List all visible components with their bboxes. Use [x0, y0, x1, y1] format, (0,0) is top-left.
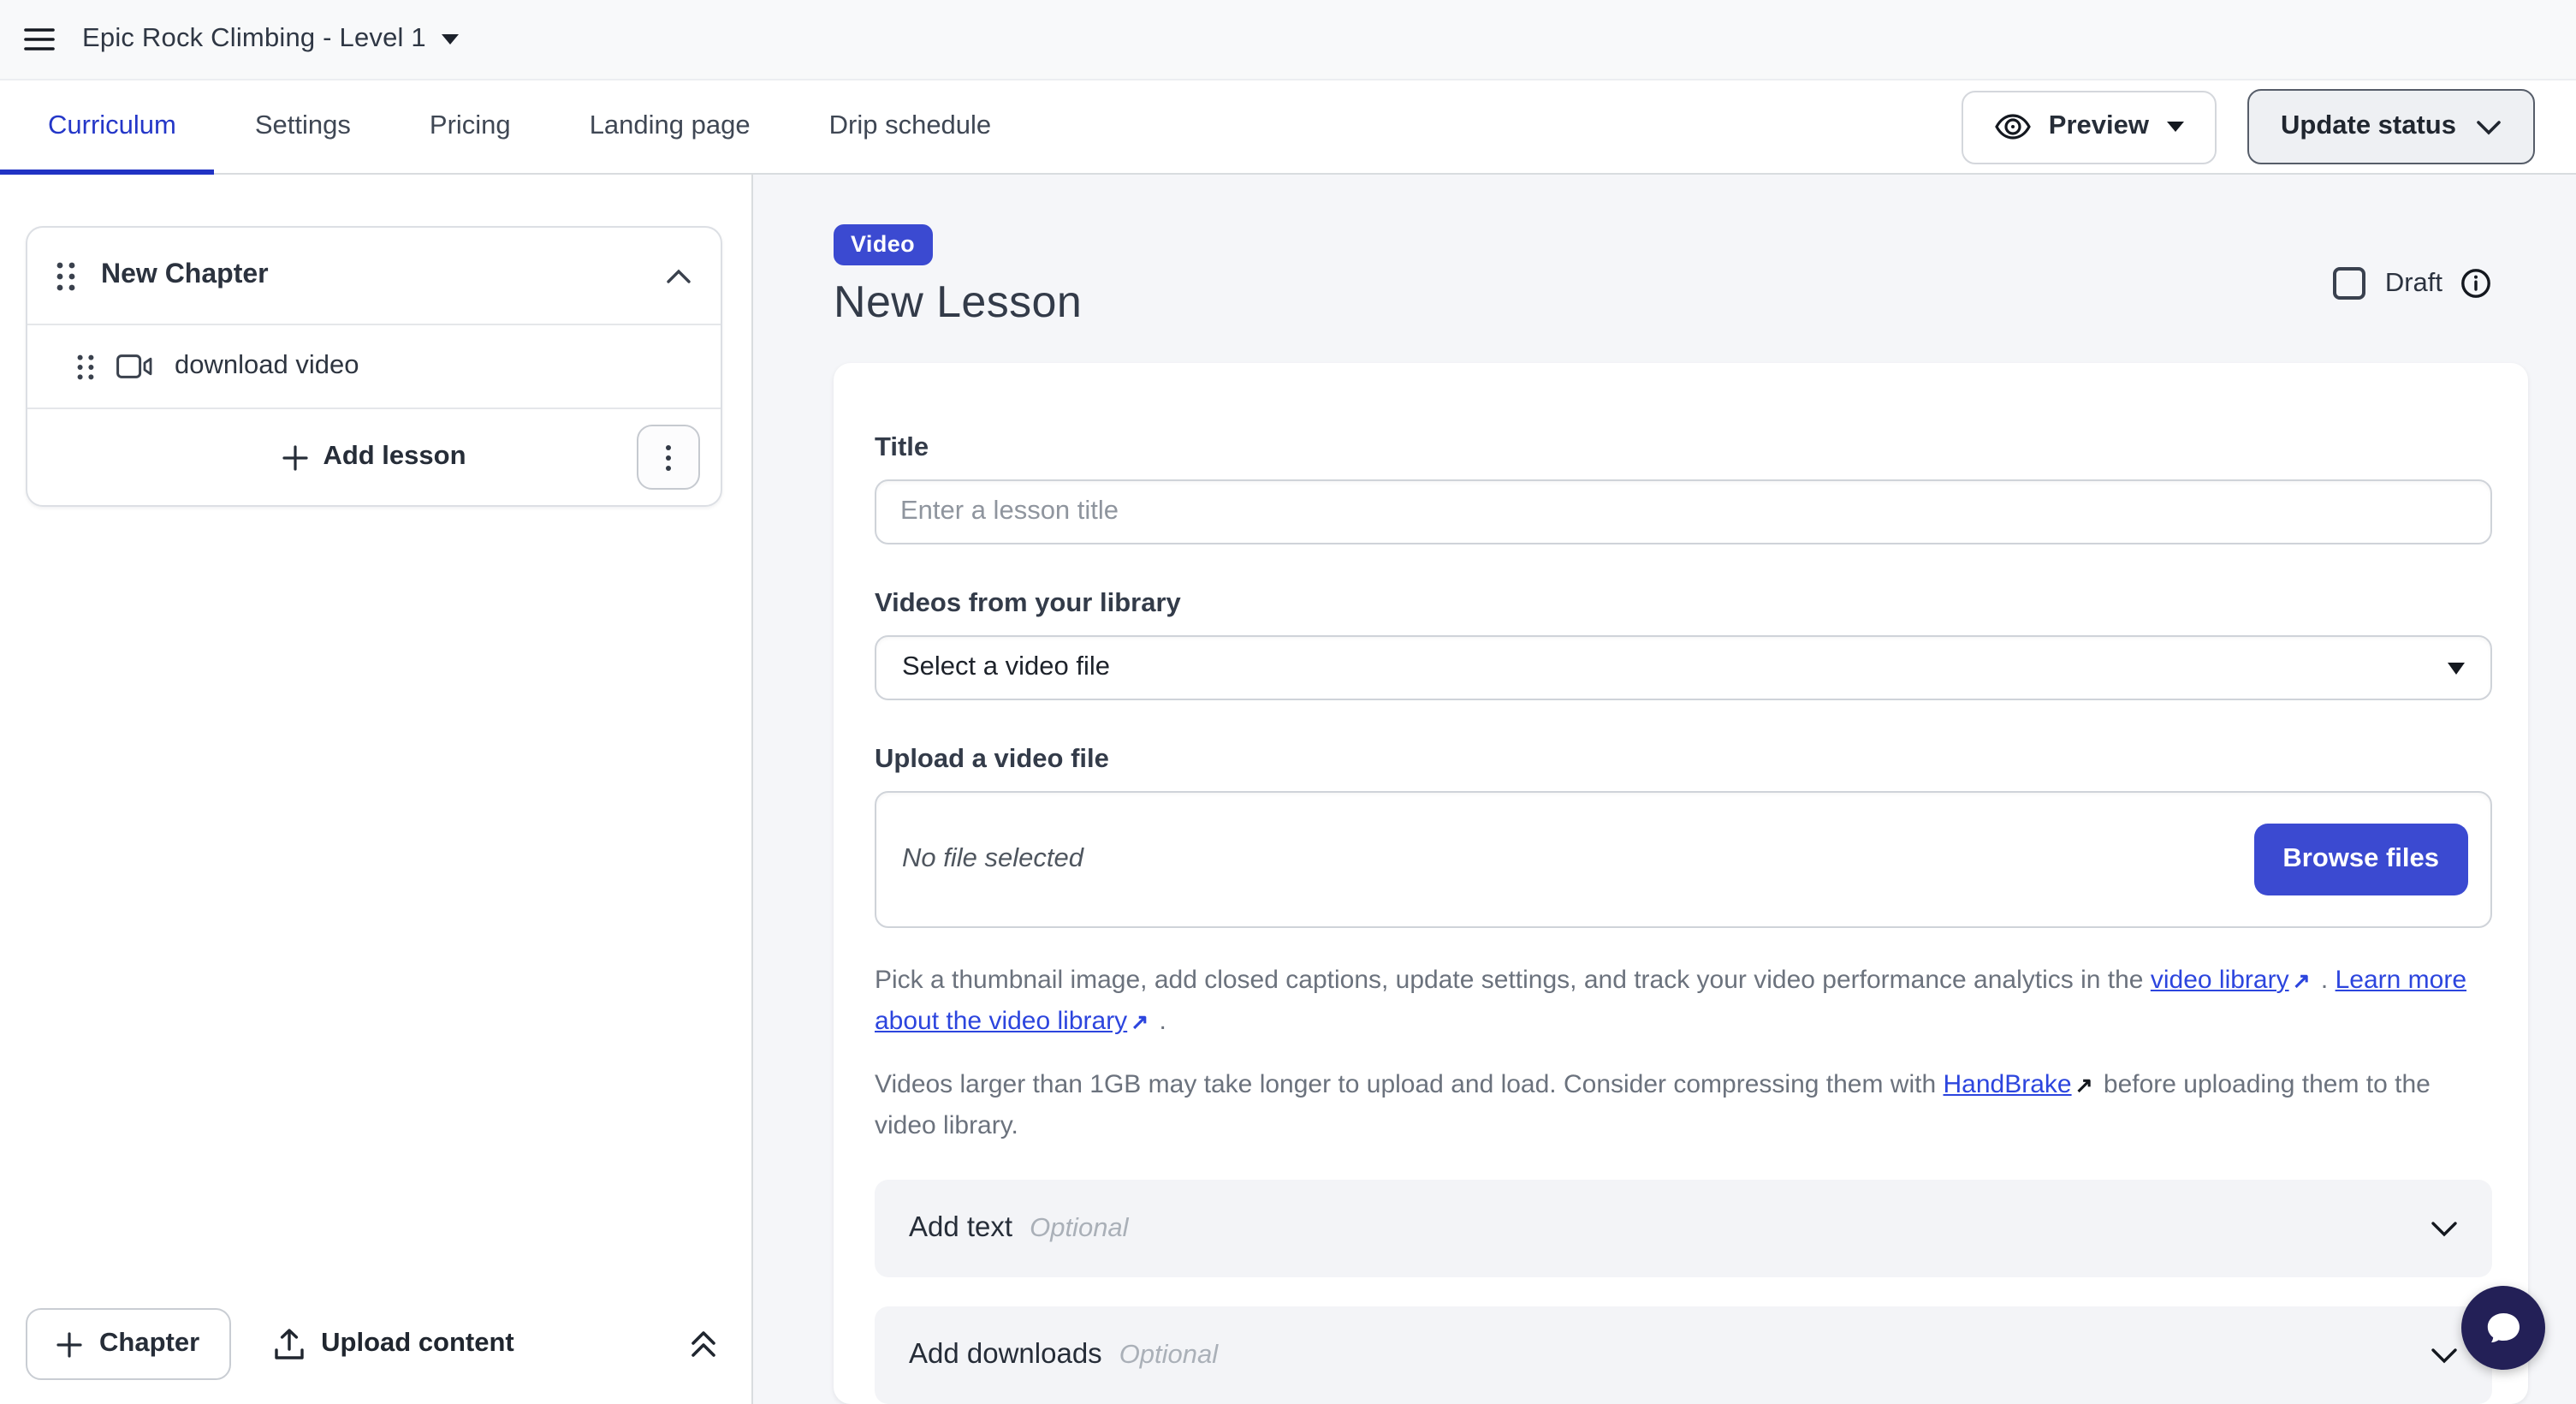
- lesson-type-badge: Video: [834, 224, 932, 265]
- select-caret-icon: [2448, 662, 2465, 674]
- lesson-form-card: Title Videos from your library Select a …: [834, 363, 2528, 1404]
- tab-bar: Curriculum Settings Pricing Landing page…: [0, 80, 2576, 175]
- preview-button[interactable]: Preview: [1962, 90, 2216, 164]
- title-field-label: Title: [875, 433, 2492, 464]
- lesson-title: download video: [175, 351, 359, 382]
- upload-content-button[interactable]: Upload content: [273, 1328, 514, 1360]
- chevron-down-icon: [2431, 1347, 2458, 1364]
- top-bar: Epic Rock Climbing - Level 1: [0, 0, 2576, 80]
- chat-launcher-button[interactable]: [2461, 1286, 2545, 1370]
- chapter-card: New Chapter download video: [26, 226, 722, 507]
- upload-content-label: Upload content: [321, 1329, 514, 1359]
- add-text-section[interactable]: Add text Optional: [875, 1180, 2492, 1277]
- external-link-icon: ↗: [1131, 1006, 1149, 1041]
- plus-icon: [282, 444, 307, 470]
- kebab-icon: [666, 444, 671, 470]
- app-window: Epic Rock Climbing - Level 1 Curriculum …: [0, 0, 2576, 1404]
- header-actions: Preview Update status: [1962, 89, 2535, 164]
- upload-field-label: Upload a video file: [875, 745, 2492, 776]
- chevron-up-icon[interactable]: [666, 268, 691, 283]
- add-lesson-button[interactable]: Add lesson: [282, 442, 466, 473]
- chapter-header[interactable]: New Chapter: [27, 228, 721, 325]
- chapter-footer-row: Add lesson: [27, 409, 721, 505]
- upload-empty-text: No file selected: [902, 844, 1083, 875]
- external-link-icon: ↗: [2293, 964, 2311, 999]
- tab-drip-schedule[interactable]: Drip schedule: [829, 80, 992, 173]
- chevron-down-icon: [2477, 119, 2501, 134]
- help-text: Pick a thumbnail image, add closed capti…: [875, 966, 2151, 995]
- tab-landing-page[interactable]: Landing page: [590, 80, 751, 173]
- tab-list: Curriculum Settings Pricing Landing page…: [48, 80, 991, 173]
- double-chevron-up-icon: [690, 1329, 717, 1359]
- add-lesson-label: Add lesson: [323, 442, 466, 473]
- chapter-menu-button[interactable]: [637, 425, 700, 490]
- page-title: New Lesson: [834, 276, 2576, 329]
- draft-label: Draft: [2385, 268, 2442, 299]
- help-text: .: [1152, 1008, 1166, 1037]
- tab-settings[interactable]: Settings: [255, 80, 351, 173]
- add-text-label: Add text: [909, 1212, 1012, 1245]
- external-link-icon: ↗: [2075, 1068, 2093, 1103]
- handbrake-link[interactable]: HandBrake: [1944, 1069, 2072, 1098]
- upload-icon: [273, 1328, 304, 1360]
- lesson-row[interactable]: download video: [27, 325, 721, 409]
- plus-icon: [56, 1331, 82, 1357]
- preview-caret-icon: [2166, 122, 2183, 132]
- info-icon[interactable]: [2461, 269, 2490, 298]
- library-field-label: Videos from your library: [875, 589, 2492, 620]
- drag-handle-icon[interactable]: [77, 354, 94, 379]
- chapter-title: New Chapter: [101, 260, 269, 291]
- sidebar-footer: Chapter Upload content: [26, 1308, 717, 1380]
- tab-curriculum[interactable]: Curriculum: [48, 80, 176, 173]
- video-library-link[interactable]: video library: [2151, 966, 2289, 995]
- update-status-button[interactable]: Update status: [2247, 89, 2535, 164]
- optional-label: Optional: [1030, 1213, 1128, 1244]
- compression-help-text: Videos larger than 1GB may take longer t…: [875, 1064, 2492, 1147]
- video-camera-icon: [116, 354, 152, 378]
- add-chapter-button[interactable]: Chapter: [26, 1308, 230, 1380]
- add-chapter-label: Chapter: [99, 1329, 199, 1359]
- drag-handle-icon[interactable]: [56, 261, 75, 290]
- browse-files-button[interactable]: Browse files: [2253, 824, 2468, 895]
- video-library-select[interactable]: Select a video file: [875, 635, 2492, 700]
- help-text: .: [2314, 966, 2336, 995]
- collapse-all-button[interactable]: [690, 1329, 717, 1359]
- video-library-select-value: Select a video file: [902, 652, 1110, 683]
- chevron-down-icon: [2431, 1220, 2458, 1237]
- hamburger-menu-icon[interactable]: [22, 22, 56, 57]
- add-downloads-label: Add downloads: [909, 1339, 1102, 1371]
- draft-toggle: Draft: [2334, 267, 2490, 300]
- video-library-help-text: Pick a thumbnail image, add closed capti…: [875, 961, 2492, 1044]
- chat-bubble-icon: [2482, 1307, 2525, 1348]
- lesson-editor: Video New Lesson Draft Title Videos from…: [753, 175, 2576, 1404]
- lesson-title-input[interactable]: [875, 479, 2492, 544]
- help-text: Videos larger than 1GB may take longer t…: [875, 1069, 1944, 1098]
- preview-button-label: Preview: [2049, 111, 2149, 142]
- update-status-label: Update status: [2281, 111, 2456, 142]
- course-title[interactable]: Epic Rock Climbing - Level 1: [82, 24, 426, 55]
- tab-pricing[interactable]: Pricing: [430, 80, 511, 173]
- add-downloads-section[interactable]: Add downloads Optional: [875, 1306, 2492, 1404]
- curriculum-sidebar: New Chapter download video: [0, 175, 753, 1404]
- draft-checkbox[interactable]: [2334, 267, 2366, 300]
- course-title-caret-icon[interactable]: [442, 34, 459, 45]
- file-upload-area[interactable]: No file selected Browse files: [875, 791, 2492, 928]
- eye-icon: [1994, 113, 2032, 140]
- optional-label: Optional: [1119, 1340, 1218, 1371]
